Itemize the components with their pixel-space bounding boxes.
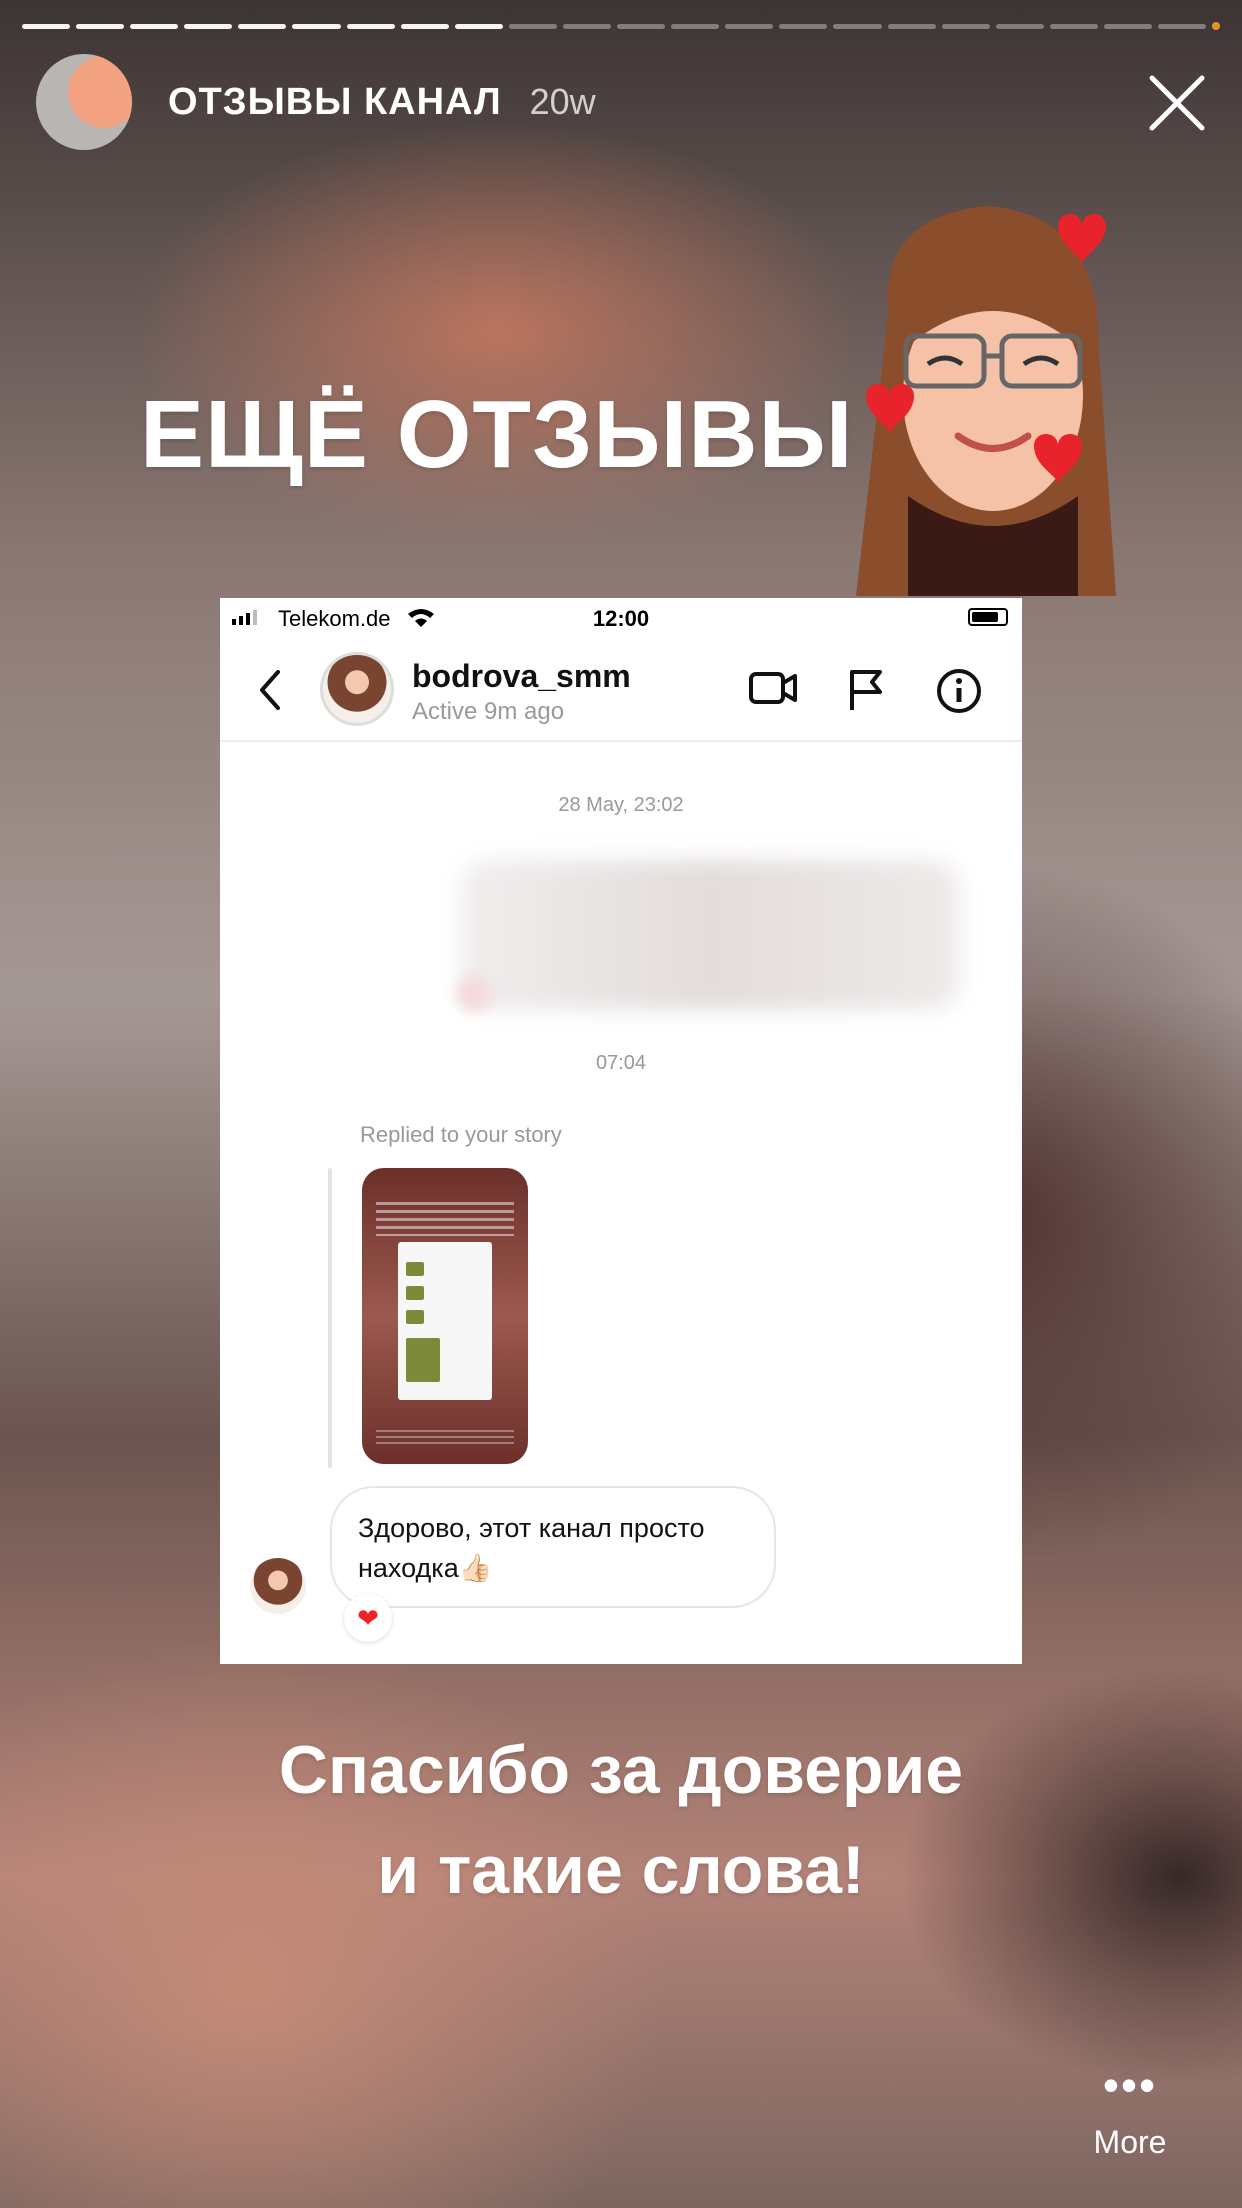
- channel-avatar[interactable]: [36, 54, 132, 150]
- timestamp-1: 28 May, 23:02: [558, 794, 684, 816]
- progress-segment: [346, 24, 395, 29]
- progress-segment: [887, 24, 936, 29]
- channel-name[interactable]: ОТЗЫВЫ КАНАЛ: [168, 81, 502, 124]
- flag-icon[interactable]: [846, 668, 886, 712]
- status-bar: Telekom.de 12:00: [220, 598, 1022, 638]
- memoji-sticker: [856, 206, 1116, 596]
- video-call-icon[interactable]: [748, 668, 798, 708]
- more-dots-icon: •••: [1102, 2059, 1158, 2111]
- progress-segment: [400, 24, 449, 29]
- chat-header: bodrova_smm Active 9m ago: [220, 640, 1022, 742]
- progress-segment: [292, 24, 341, 29]
- more-button[interactable]: ••• More: [1070, 2059, 1190, 2161]
- caption-line-1: Спасибо за доверие: [278, 1732, 964, 1808]
- blurred-message: [460, 860, 960, 1010]
- progress-segment: [1157, 24, 1207, 29]
- more-label: More: [1093, 2124, 1167, 2160]
- sender-avatar[interactable]: [250, 1558, 306, 1614]
- progress-segment: [508, 24, 557, 29]
- progress-segment: [238, 24, 287, 29]
- progress-indicator-dot: [1212, 22, 1221, 30]
- progress-segment: [22, 24, 71, 29]
- story-reply-thumbnail[interactable]: [362, 1168, 528, 1464]
- progress-segment: [671, 24, 720, 29]
- story-progress-bar: [22, 22, 1221, 30]
- progress-segment: [130, 24, 179, 29]
- thumb-text-lines: [376, 1202, 514, 1236]
- status-time: 12:00: [592, 606, 650, 631]
- reply-divider: [328, 1168, 332, 1468]
- caption-line-2: и такие слова!: [377, 1832, 865, 1908]
- story-age: 20w: [529, 81, 596, 122]
- progress-segment: [617, 24, 666, 29]
- progress-segment: [941, 24, 990, 29]
- chat-avatar[interactable]: [320, 652, 394, 726]
- progress-segment: [454, 24, 503, 29]
- progress-segment: [779, 24, 828, 29]
- timestamp-2: 07:04: [595, 1052, 647, 1074]
- heart-reaction-icon[interactable]: ❤: [344, 1594, 392, 1642]
- dm-screenshot: Telekom.de 12:00 bodrova_smm Active 9m a…: [220, 598, 1022, 1664]
- progress-segment: [76, 24, 125, 29]
- progress-segment: [725, 24, 774, 29]
- message-bubble[interactable]: Здорово, этот канал просто находка👍🏻: [330, 1486, 776, 1608]
- story-header: ОТЗЫВЫ КАНАЛ 20w: [36, 54, 1212, 150]
- back-chevron-icon[interactable]: [256, 668, 284, 712]
- chat-status: Active 9m ago: [412, 698, 565, 725]
- close-icon[interactable]: [1142, 68, 1212, 138]
- blurred-reaction: [456, 976, 492, 1012]
- progress-segment: [562, 24, 612, 29]
- chat-username[interactable]: bodrova_smm: [412, 658, 631, 695]
- progress-segment: [1049, 24, 1098, 29]
- progress-segment: [184, 24, 233, 29]
- battery-icon: [968, 608, 1008, 626]
- story-caption: Спасибо за доверие и такие слова!: [0, 1720, 1242, 1920]
- thumb-screen: [398, 1242, 492, 1400]
- replied-label: Replied to your story: [360, 1122, 562, 1147]
- progress-segment: [995, 24, 1044, 29]
- story-title: ЕЩЁ ОТЗЫВЫ: [140, 381, 854, 488]
- progress-segment: [833, 24, 882, 29]
- info-icon[interactable]: [936, 668, 982, 714]
- thumb-foot-lines: [376, 1430, 514, 1444]
- progress-segment: [1103, 24, 1152, 29]
